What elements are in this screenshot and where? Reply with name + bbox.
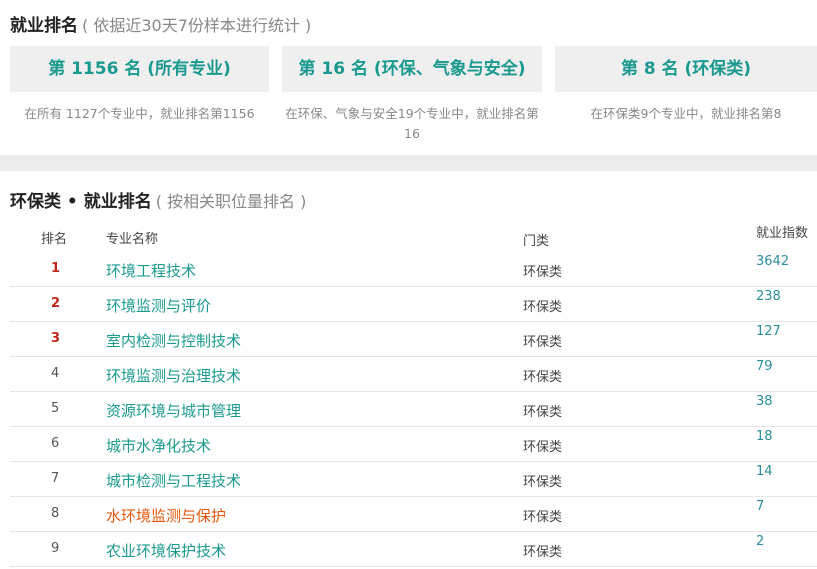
table-row: 3 室内检测与控制技术 环保类 127 [10, 322, 817, 357]
row-category: 环保类 [523, 370, 563, 385]
row-category: 环保类 [523, 545, 563, 560]
row-index: 79 [756, 359, 773, 374]
row-category: 环保类 [523, 265, 563, 280]
rank-card-desc: 在环保类9个专业中，就业排名第8 [590, 106, 782, 121]
major-link[interactable]: 城市水净化技术 [106, 435, 211, 456]
row-rank: 6 [51, 436, 60, 451]
major-link[interactable]: 环境工程技术 [106, 260, 196, 281]
section-subtitle: ( 按相关职位量排名 ) [155, 192, 307, 211]
row-category: 环保类 [523, 335, 563, 350]
row-rank: 2 [51, 296, 61, 311]
row-category: 环保类 [523, 405, 563, 420]
major-link[interactable]: 室内检测与控制技术 [106, 330, 241, 351]
row-category: 环保类 [523, 300, 563, 315]
row-rank: 1 [51, 261, 61, 276]
rank-card-env-category[interactable]: 第 8 名 (环保类) [555, 46, 817, 92]
row-index: 7 [756, 499, 765, 514]
header-rank: 排名 [41, 232, 68, 247]
row-rank: 5 [51, 401, 60, 416]
row-rank: 8 [51, 506, 60, 521]
row-index: 2 [756, 534, 765, 549]
major-link[interactable]: 城市检测与工程技术 [106, 470, 241, 491]
table-row: 6 城市水净化技术 环保类 18 [10, 427, 817, 462]
header-name: 专业名称 [106, 232, 159, 247]
category-ranking-section: 环保类 • 就业排名( 按相关职位量排名 ) 排名 专业名称 门类 就业指数 1… [0, 171, 817, 569]
section-divider [0, 155, 817, 171]
major-link[interactable]: 环境监测与治理技术 [106, 365, 241, 386]
row-rank: 7 [51, 471, 60, 486]
row-index: 3642 [756, 254, 790, 269]
rank-card-all-majors[interactable]: 第 1156 名 (所有专业) [10, 46, 269, 92]
row-index: 18 [756, 429, 773, 444]
table-row: 5 资源环境与城市管理 环保类 38 [10, 392, 817, 427]
section-title-text: 就业排名 [10, 16, 78, 36]
row-index: 127 [756, 324, 781, 339]
ranking-cards: 第 1156 名 (所有专业) 第 16 名 (环保、气象与安全) 第 8 名 … [10, 46, 817, 94]
section-title: 就业排名( 依据近30天7份样本进行统计 ) [10, 11, 311, 36]
table-header: 排名 专业名称 门类 就业指数 [0, 226, 817, 249]
table-row: 4 环境监测与治理技术 环保类 79 [10, 357, 817, 392]
section-title: 环保类 • 就业排名( 按相关职位量排名 ) [10, 187, 306, 212]
section-title-text: 环保类 • 就业排名 [10, 192, 152, 212]
row-index: 38 [756, 394, 773, 409]
row-index: 238 [756, 289, 781, 304]
table-row: 1 环境工程技术 环保类 3642 [10, 252, 817, 287]
row-rank: 9 [51, 541, 60, 556]
header-index: 就业指数 [756, 226, 809, 241]
table-row: 7 城市检测与工程技术 环保类 14 [10, 462, 817, 497]
row-category: 环保类 [523, 510, 563, 525]
row-category: 环保类 [523, 475, 563, 490]
rank-card-desc: 在所有 1127个专业中，就业排名第1156 [24, 106, 255, 121]
major-link[interactable]: 资源环境与城市管理 [106, 400, 241, 421]
header-category: 门类 [523, 234, 550, 249]
row-category: 环保类 [523, 440, 563, 455]
table-row: 2 环境监测与评价 环保类 238 [10, 287, 817, 322]
employment-ranking-section: 就业排名( 依据近30天7份样本进行统计 ) 第 1156 名 (所有专业) 第… [0, 0, 817, 155]
ranking-table: 1 环境工程技术 环保类 3642 2 环境监测与评价 环保类 238 3 室内… [0, 252, 817, 567]
table-row-current: 8 水环境监测与保护 环保类 7 [10, 497, 817, 532]
major-link[interactable]: 农业环境保护技术 [106, 540, 226, 561]
section-subtitle: ( 依据近30天7份样本进行统计 ) [82, 16, 312, 35]
row-index: 14 [756, 464, 773, 479]
table-row: 9 农业环境保护技术 环保类 2 [10, 532, 817, 567]
rank-card-desc: 在环保、气象与安全19个专业中，就业排名第16 [285, 106, 539, 141]
rank-card-env-meteo-safety[interactable]: 第 16 名 (环保、气象与安全) [282, 46, 542, 92]
row-rank: 3 [51, 331, 61, 346]
major-link-current[interactable]: 水环境监测与保护 [106, 505, 226, 526]
major-link[interactable]: 环境监测与评价 [106, 295, 211, 316]
row-rank: 4 [51, 366, 60, 381]
